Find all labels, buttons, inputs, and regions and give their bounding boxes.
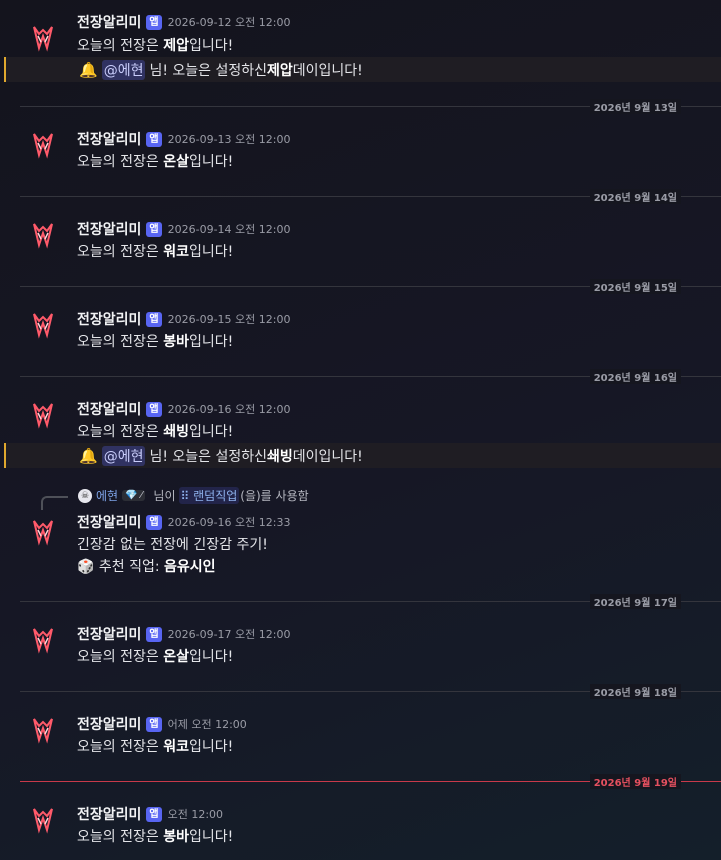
message-text: 오늘의 전장은 온살입니다! (77, 154, 234, 170)
bot-logo-icon (33, 718, 53, 744)
bell-icon: 🔔 (79, 61, 98, 79)
bot-logo-icon (33, 628, 53, 654)
bot-avatar[interactable] (24, 125, 62, 163)
recommendation-text: 🎲 추천 직업: 음유시인 (77, 559, 216, 575)
command-icon: ⠿ (180, 489, 194, 503)
message-text: 긴장감 없는 전장에 긴장감 주기! (77, 537, 268, 553)
author-name[interactable]: 전장알리미 (77, 804, 141, 824)
date-divider: 2026년 9월 16일 (20, 369, 721, 384)
command-reference[interactable]: ☠ 에현 💎 ⁄ 님이 ⠿ 랜덤직업 (을)를 사용함 (78, 487, 309, 504)
timestamp[interactable]: 2026-09-15 오전 12:00 (168, 311, 291, 327)
bot-avatar[interactable] (24, 710, 62, 748)
timestamp[interactable]: 2026-09-14 오전 12:00 (168, 221, 291, 237)
bot-avatar[interactable] (24, 305, 62, 343)
app-tag: 앱 (146, 514, 162, 530)
bot-avatar[interactable] (24, 395, 62, 433)
timestamp[interactable]: 2026-09-12 오전 12:00 (168, 14, 291, 30)
date-divider: 2026년 9월 14일 (20, 189, 721, 204)
author-name[interactable]: 전장알리미 (77, 624, 141, 644)
bot-avatar[interactable] (24, 512, 62, 550)
bot-logo-icon (33, 520, 53, 546)
command-link[interactable]: ⠿ 랜덤직업 (178, 487, 240, 504)
bot-logo-icon (33, 313, 53, 339)
timestamp[interactable]: 오전 12:00 (168, 806, 223, 822)
reply-username[interactable]: 에현 (96, 487, 118, 504)
bot-logo-icon (33, 403, 53, 429)
app-tag: 앱 (146, 401, 162, 417)
date-divider: 2026년 9월 15일 (20, 279, 721, 294)
bot-logo-icon (33, 808, 53, 834)
user-badge: 💎 ⁄ (122, 490, 146, 501)
author-name[interactable]: 전장알리미 (77, 12, 141, 32)
reply-spine (41, 496, 68, 510)
app-tag: 앱 (146, 716, 162, 732)
message-text: 오늘의 전장은 봉바입니다! (77, 829, 234, 845)
message-text: 오늘의 전장은 쇄빙입니다! (77, 424, 234, 440)
author-name[interactable]: 전장알리미 (77, 129, 141, 149)
mention-highlight: 🔔 @에현 님! 오늘은 설정하신 쇄빙 데이입니다! (4, 443, 721, 468)
new-messages-divider: 2026년 9월 19일 (20, 774, 721, 789)
timestamp[interactable]: 2026-09-16 오전 12:00 (168, 401, 291, 417)
date-divider: 2026년 9월 17일 (20, 594, 721, 609)
message-text: 오늘의 전장은 제압입니다! (77, 38, 234, 54)
app-tag: 앱 (146, 806, 162, 822)
bot-avatar[interactable] (24, 800, 62, 838)
bot-avatar[interactable] (24, 18, 62, 56)
bot-logo-icon (33, 223, 53, 249)
date-divider: 2026년 9월 18일 (20, 684, 721, 699)
author-name[interactable]: 전장알리미 (77, 219, 141, 239)
user-mention[interactable]: @에현 (101, 60, 146, 80)
author-name[interactable]: 전장알리미 (77, 309, 141, 329)
author-name[interactable]: 전장알리미 (77, 399, 141, 419)
bell-icon: 🔔 (79, 447, 98, 465)
timestamp[interactable]: 2026-09-17 오전 12:00 (168, 626, 291, 642)
message-text: 오늘의 전장은 워코입니다! (77, 739, 234, 755)
bot-logo-icon (33, 26, 53, 52)
dice-icon: 🎲 (77, 559, 95, 575)
app-tag: 앱 (146, 221, 162, 237)
message-text: 오늘의 전장은 온살입니다! (77, 649, 234, 665)
user-mention[interactable]: @에현 (101, 446, 146, 466)
bot-logo-icon (33, 133, 53, 159)
bot-avatar[interactable] (24, 215, 62, 253)
message-text: 오늘의 전장은 봉바입니다! (77, 334, 234, 350)
user-avatar-icon: ☠ (78, 488, 92, 503)
date-divider: 2026년 9월 13일 (20, 99, 721, 114)
app-tag: 앱 (146, 14, 162, 30)
app-tag: 앱 (146, 626, 162, 642)
timestamp[interactable]: 2026-09-16 오전 12:33 (168, 514, 291, 530)
app-tag: 앱 (146, 131, 162, 147)
timestamp[interactable]: 2026-09-13 오전 12:00 (168, 131, 291, 147)
message-text: 오늘의 전장은 워코입니다! (77, 244, 234, 260)
timestamp[interactable]: 어제 오전 12:00 (168, 716, 247, 732)
mention-highlight: 🔔 @에현 님! 오늘은 설정하신 제압 데이입니다! (4, 57, 721, 82)
author-name[interactable]: 전장알리미 (77, 512, 141, 532)
app-tag: 앱 (146, 311, 162, 327)
bot-avatar[interactable] (24, 620, 62, 658)
author-name[interactable]: 전장알리미 (77, 714, 141, 734)
